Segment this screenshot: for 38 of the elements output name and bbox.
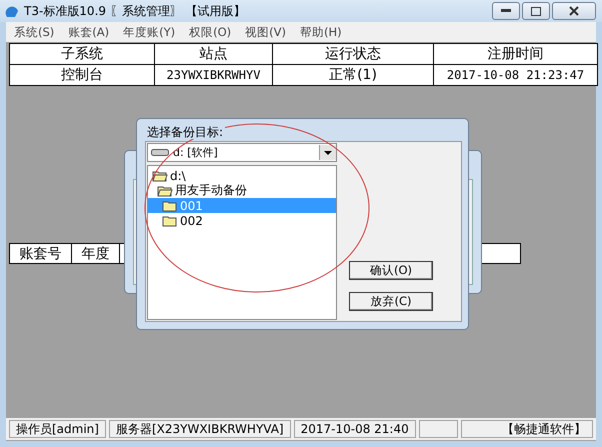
status-field: 服务器[X23YWXIBKRWHYVA] [108,420,291,438]
column-header: 子系统 [10,44,154,64]
close-icon [569,6,579,16]
status-field: 2017-10-08 21:40 [294,420,416,438]
menu-item[interactable]: 账套(A) [68,24,110,40]
dialog-button[interactable]: 放弃(C) [349,292,433,311]
column-header: 运行状态 [272,44,434,64]
menu-item[interactable]: 帮助(H) [300,24,342,40]
folder-icon [162,200,178,212]
close-button[interactable] [552,2,596,20]
drive-icon [151,148,169,157]
column-header: 注册时间 [434,44,598,64]
minimize-icon [501,9,511,13]
open-folder-icon [152,170,168,182]
folder-item[interactable]: 002 [148,213,336,228]
column-header: 年度 [72,244,120,264]
maximize-button[interactable] [522,2,550,20]
open-folder-icon [157,184,173,196]
column-header: 账套号 [10,244,72,264]
maximize-icon [531,6,541,16]
folder-item[interactable]: 用友手动备份 [148,183,336,198]
table-cell: 2017-10-08 21:23:47 [434,64,598,86]
menu-item[interactable]: 年度账(Y) [123,24,176,40]
table-cell: 23YWXIBKRWHYV [154,64,272,86]
status-field: 操作员[admin] [9,420,106,438]
folder-item[interactable]: d:\ [148,168,336,183]
status-field: 【畅捷通软件】 [461,420,593,438]
status-panel [418,420,458,438]
table-cell: 正常(1) [272,64,434,86]
minimize-button[interactable] [492,2,520,20]
table-cell: 控制台 [10,64,154,86]
column-header: 站点 [154,44,272,64]
caret-icon [324,150,332,154]
dialog-button[interactable]: 确认(O) [349,261,433,280]
window-title: T3-标准版10.9 〖系统管理〗 【试用版】 [24,2,246,20]
menu-item[interactable]: 权限(O) [189,24,232,40]
menu-item[interactable]: 系统(S) [14,24,54,40]
menu-item[interactable]: 视图(V) [245,24,286,40]
